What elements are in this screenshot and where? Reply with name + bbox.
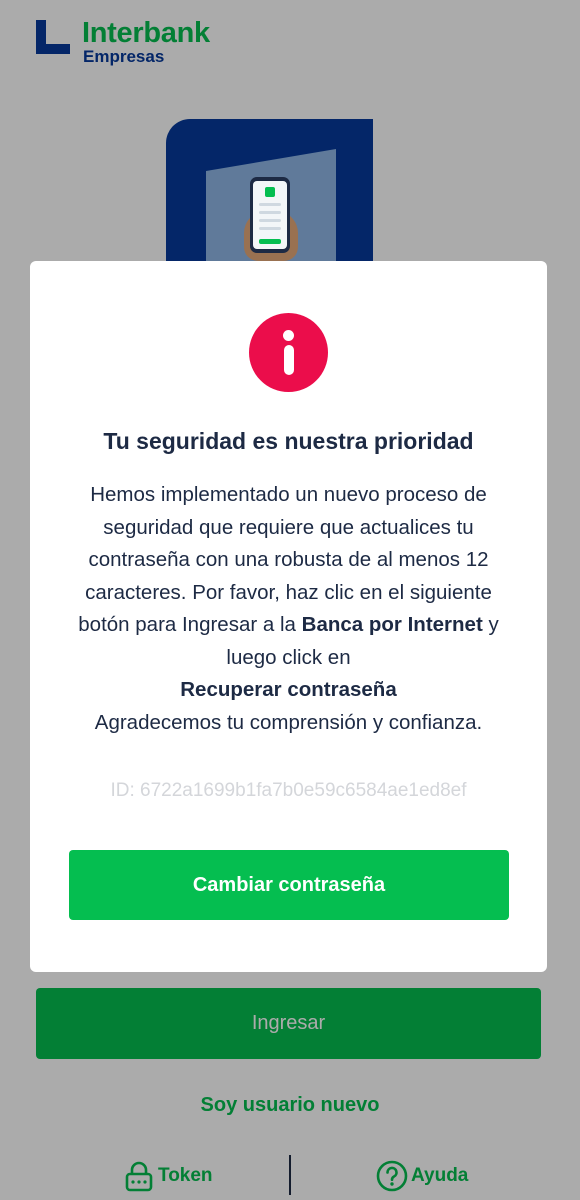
modal-body-bold1: Banca por Internet — [301, 613, 483, 636]
session-id-text: ID: 6722a1699b1fa7b0e59c6584ae1ed8ef — [110, 780, 467, 801]
modal-body-part3: Agradecemos tu comprensión y confianza. — [94, 710, 483, 734]
modal-body-bold2: Recuperar contraseña — [180, 678, 397, 701]
modal-title: Tu seguridad es nuestra prioridad — [103, 428, 474, 454]
phone-illustration — [250, 177, 290, 253]
security-modal: Tu seguridad es nuestra prioridad Hemos … — [30, 261, 547, 972]
change-password-button[interactable]: Cambiar contraseña — [69, 850, 509, 920]
info-icon — [249, 313, 328, 392]
modal-body-text: Hemos implementado un nuevo proceso de s… — [60, 479, 517, 739]
